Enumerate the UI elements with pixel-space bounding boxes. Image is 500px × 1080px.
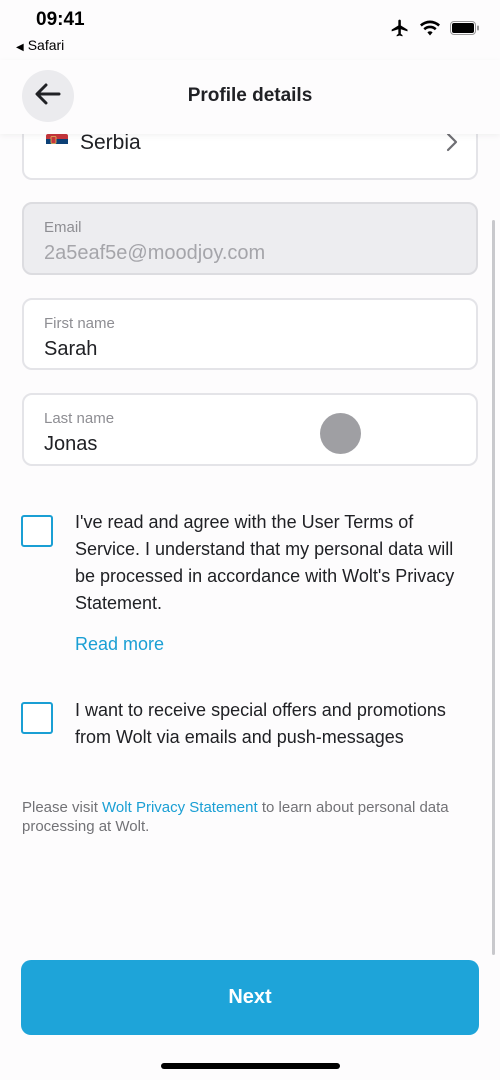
privacy-statement-link[interactable]: Wolt Privacy Statement	[102, 799, 258, 816]
terms-checkbox[interactable]	[21, 515, 53, 547]
offers-text: I want to receive special offers and pro…	[75, 700, 446, 747]
serbia-flag-icon	[46, 134, 68, 149]
email-field: Email 2a5eaf5e@moodjoy.com	[22, 202, 478, 275]
back-triangle-icon: ◀	[16, 42, 24, 53]
scrollbar[interactable]	[492, 220, 495, 955]
back-app-label: Safari	[27, 37, 65, 53]
status-bar: 09:41 ◀ Safari	[0, 0, 500, 60]
email-label: Email	[44, 219, 82, 236]
home-indicator[interactable]	[161, 1063, 340, 1069]
back-to-app-link[interactable]: ◀ Safari	[16, 37, 64, 53]
page-title: Profile details	[187, 85, 313, 106]
read-more-link[interactable]: Read more	[75, 634, 164, 655]
privacy-note: Please visit Wolt Privacy Statement to l…	[22, 798, 482, 836]
last-name-field[interactable]: Last name Jonas	[22, 393, 478, 466]
first-name-value[interactable]: Sarah	[44, 338, 97, 361]
terms-text: I've read and agree with the User Terms …	[75, 512, 455, 613]
chevron-right-icon	[446, 132, 458, 157]
status-icons	[390, 18, 480, 43]
touch-indicator	[320, 413, 361, 454]
status-time: 09:41	[36, 9, 85, 30]
email-value: 2a5eaf5e@moodjoy.com	[44, 242, 266, 264]
wifi-icon	[420, 20, 440, 41]
airplane-icon	[390, 18, 410, 43]
last-name-label: Last name	[44, 410, 115, 427]
next-button[interactable]: Next	[21, 960, 479, 1035]
battery-icon	[450, 21, 480, 40]
last-name-value[interactable]: Jonas	[44, 433, 97, 456]
first-name-label: First name	[44, 315, 115, 332]
country-name: Serbia	[80, 131, 141, 154]
header: Profile details	[0, 60, 500, 134]
first-name-field[interactable]: First name Sarah	[22, 298, 478, 370]
privacy-note-prefix: Please visit	[22, 799, 103, 816]
offers-checkbox[interactable]	[21, 702, 53, 734]
